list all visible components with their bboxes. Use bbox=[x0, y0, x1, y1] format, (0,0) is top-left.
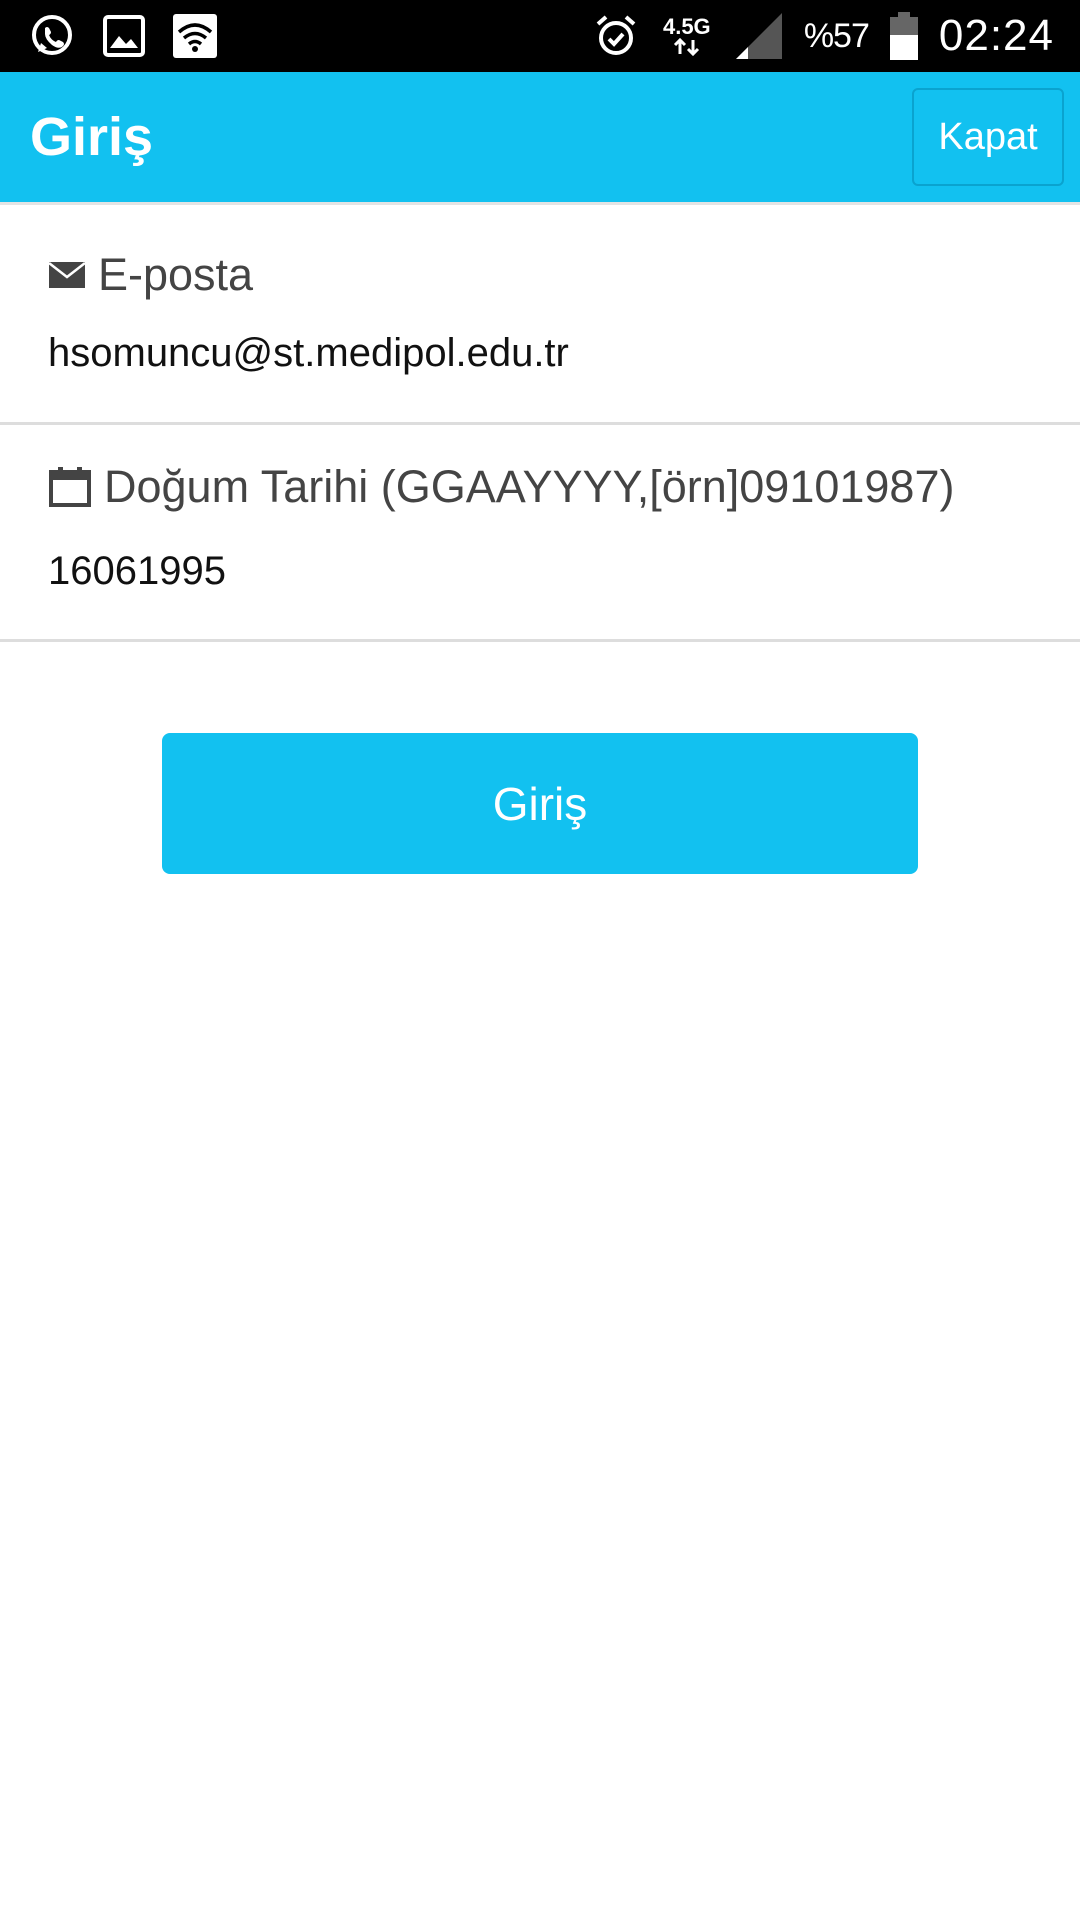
email-label: E-posta bbox=[48, 243, 253, 307]
email-field[interactable] bbox=[48, 323, 1028, 383]
battery-percent: %57 bbox=[803, 16, 870, 55]
whatsapp-icon bbox=[28, 12, 76, 60]
battery-icon bbox=[889, 11, 919, 61]
gallery-icon bbox=[102, 14, 146, 58]
birth-date-label: Doğum Tarihi (GGAAYYYY,[örn]09101987) bbox=[48, 455, 954, 519]
email-field-group: E-posta bbox=[0, 205, 1080, 425]
email-label-text: E-posta bbox=[98, 249, 254, 300]
app-bar: Giriş Kapat bbox=[0, 72, 1080, 202]
envelope-icon bbox=[48, 260, 86, 290]
network-type-indicator: 4.5G bbox=[660, 16, 714, 56]
birth-date-label-text: Doğum Tarihi (GGAAYYYY,[örn]09101987) bbox=[104, 461, 955, 512]
alarm-icon bbox=[592, 12, 640, 60]
birth-date-field[interactable] bbox=[48, 541, 1028, 601]
clock: 02:24 bbox=[938, 11, 1054, 60]
data-transfer-icon bbox=[673, 38, 699, 56]
page-title: Giriş bbox=[30, 107, 154, 167]
login-button[interactable]: Giriş bbox=[162, 733, 918, 874]
network-type-label: 4.5G bbox=[662, 14, 711, 39]
signal-strength-icon bbox=[734, 11, 784, 61]
wifi-icon bbox=[172, 13, 218, 59]
birth-date-field-group: Doğum Tarihi (GGAAYYYY,[örn]09101987) bbox=[0, 425, 1080, 642]
close-button[interactable]: Kapat bbox=[912, 88, 1064, 186]
status-bar: 4.5G %57 02:24 bbox=[0, 0, 1080, 72]
status-bar-notifications bbox=[28, 10, 218, 62]
status-bar-system: 4.5G %57 02:24 bbox=[592, 0, 1054, 72]
calendar-icon bbox=[48, 466, 92, 508]
